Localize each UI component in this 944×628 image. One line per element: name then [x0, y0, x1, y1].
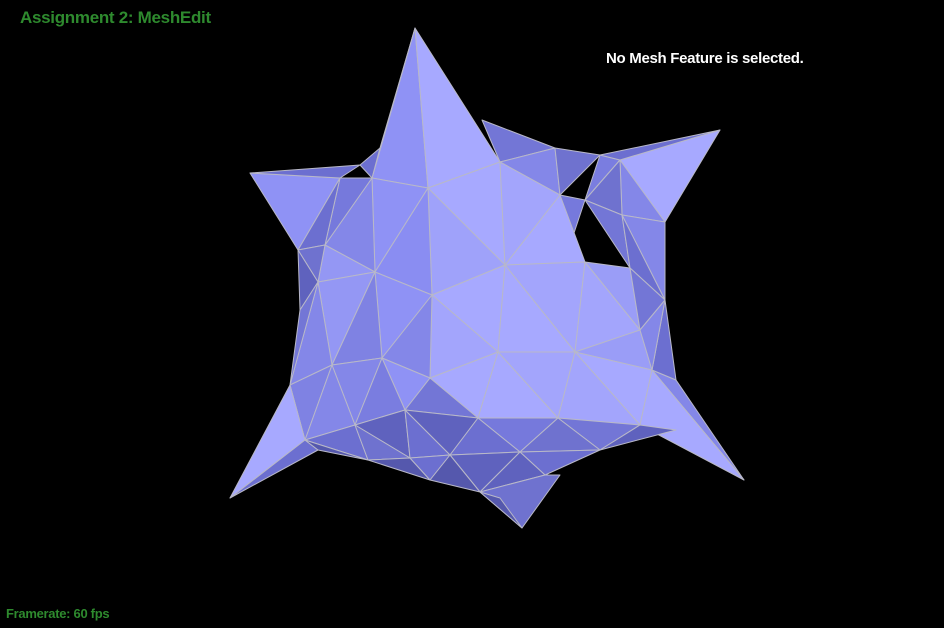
- app-title: Assignment 2: MeshEdit: [20, 8, 211, 27]
- mesh-faces[interactable]: [229, 27, 745, 529]
- mesh-render[interactable]: [0, 0, 944, 628]
- mesh-face[interactable]: [414, 27, 501, 189]
- selection-status: No Mesh Feature is selected.: [606, 50, 804, 67]
- mesh-face[interactable]: [229, 384, 306, 499]
- mesh-face[interactable]: [639, 369, 745, 481]
- mesh-viewport[interactable]: Assignment 2: MeshEdit No Mesh Feature i…: [0, 0, 944, 628]
- framerate-readout: Framerate: 60 fps: [6, 606, 110, 621]
